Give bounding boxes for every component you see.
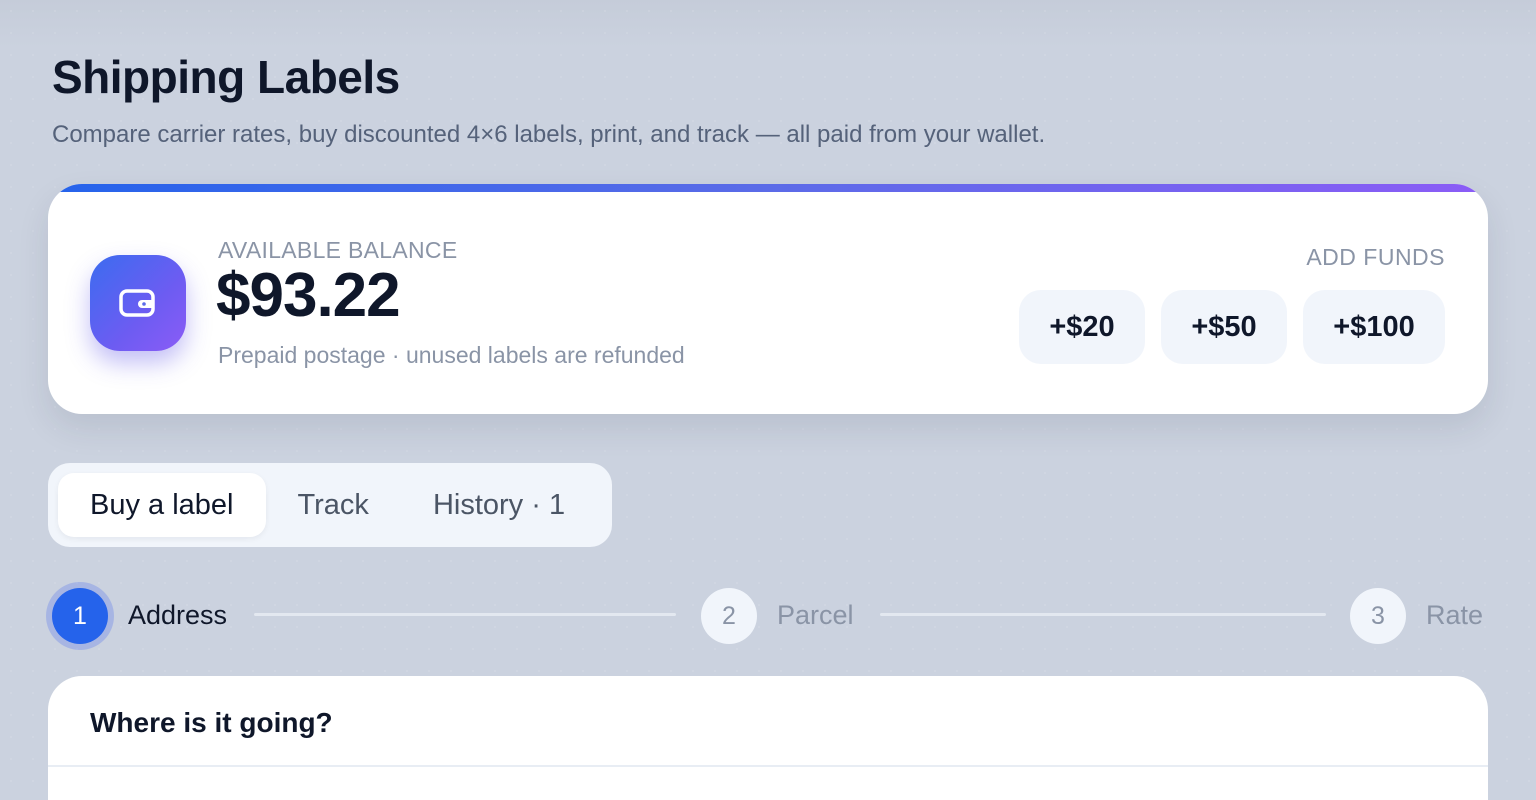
wallet-icon-glyph <box>119 289 155 317</box>
step-1-circle[interactable]: 1 <box>52 588 108 644</box>
shipping-labels-page: Shipping Labels Compare carrier rates, b… <box>0 0 1536 800</box>
step-connector-1 <box>254 613 676 616</box>
step-1-label: Address <box>128 600 228 630</box>
add-funds-label: ADD FUNDS <box>1306 244 1445 270</box>
step-3-circle[interactable]: 3 <box>1350 588 1406 644</box>
step-3-label: Rate <box>1426 600 1484 630</box>
add-funds-50-button[interactable]: +$50 <box>1161 290 1287 364</box>
wallet-icon <box>90 255 186 351</box>
tab-buy-a-label[interactable]: Buy a label <box>58 473 266 537</box>
page-title: Shipping Labels <box>52 51 400 103</box>
address-form-card: Where is it going? <box>48 676 1488 800</box>
add-funds-100-button[interactable]: +$100 <box>1303 290 1445 364</box>
add-funds-20-button[interactable]: +$20 <box>1019 290 1145 364</box>
wallet-accent-bar <box>48 184 1488 192</box>
step-2-circle[interactable]: 2 <box>701 588 757 644</box>
balance-amount: $93.22 <box>216 261 401 330</box>
add-funds-options: +$20 +$50 +$100 <box>1019 290 1445 364</box>
step-2-label: Parcel <box>777 600 854 630</box>
step-connector-2 <box>880 613 1326 616</box>
wallet-card: AVAILABLE BALANCE $93.22 Prepaid postage… <box>48 184 1488 414</box>
page-subtitle: Compare carrier rates, buy discounted 4×… <box>52 121 1046 148</box>
balance-note: Prepaid postage · unused labels are refu… <box>218 342 685 368</box>
address-form-divider <box>48 765 1488 767</box>
tab-track[interactable]: Track <box>266 473 401 537</box>
tab-bar: Buy a label Track History · 1 <box>48 463 612 547</box>
tab-history[interactable]: History · 1 <box>401 473 597 537</box>
address-form-title: Where is it going? <box>90 707 333 738</box>
